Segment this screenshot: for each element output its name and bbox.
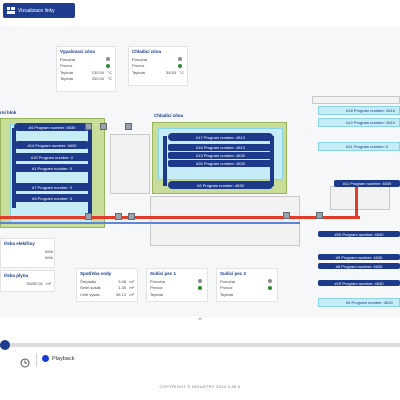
panel-row: kWh (45, 255, 53, 261)
track-item[interactable]: #13 Program number: 4630 (168, 152, 273, 159)
zone-label-left: rní blok (0, 110, 17, 115)
machinery-area (330, 186, 390, 210)
panel-row: Provoz (60, 63, 112, 70)
machinery-area (150, 196, 300, 246)
track-item[interactable]: #2 Program number: 4630 (168, 181, 273, 189)
panel-vypalovaci-zona: Vypalovací zóna Porucha Provoz Teplota 13… (56, 46, 116, 92)
panel-row: Teplota (220, 291, 233, 297)
panel-row: Provoz (150, 285, 204, 292)
panel-spotreba-vody: Spotřeba vody Čerpadlo 3.08 m³ Semi sušák 1… (76, 268, 138, 302)
right-track-label[interactable]: #21 Program number: 0 (346, 144, 388, 149)
panel-row: Teplota 200.00 °C (60, 76, 112, 82)
panel-susici-pec-1: Sušící pec 1 Porucha Provoz Teplota (146, 268, 208, 302)
clock-icon[interactable] (20, 355, 30, 368)
panel-row: Provoz (132, 63, 184, 70)
panel-row: Semi sušák 1.35 m³ (80, 285, 134, 291)
gear-icon (85, 213, 92, 220)
playback-label: Playback (52, 355, 75, 362)
panel-row: Porucha (60, 56, 112, 63)
zone-label-chladici: Chladicí zóna (154, 113, 184, 118)
machinery-area (110, 134, 150, 194)
playback-radio[interactable] (42, 355, 49, 362)
layout-icon (7, 7, 15, 14)
panel-row: Celé vysav. 35.13 m³ (80, 291, 134, 297)
playback-timeline[interactable] (0, 340, 400, 350)
track-item[interactable]: #1 Program number: 0 (14, 164, 90, 172)
panel-title: třeba plynu (4, 273, 29, 278)
track-item[interactable]: #14 Program number: 4630 (14, 141, 90, 149)
track-item[interactable]: #3 Program number: 0 (14, 194, 90, 202)
panel-row: Teplota (150, 291, 163, 297)
status-dot (178, 63, 182, 68)
status-dot (178, 57, 182, 62)
timeline-handle[interactable] (0, 340, 10, 350)
status-dot (198, 279, 202, 284)
gear-icon (125, 123, 132, 130)
red-process-line (355, 186, 358, 218)
panel-row: 39250.31 m³ (26, 280, 51, 286)
conveyor-pipe (12, 128, 16, 208)
playback-toggle[interactable]: Playback (42, 355, 74, 362)
gear-icon (85, 123, 92, 130)
panel-spotreba-elektriny: třeba elektřiny kWh kWh (0, 238, 55, 268)
gear-icon (316, 212, 323, 219)
status-dot (106, 57, 110, 62)
gear-icon (283, 212, 290, 219)
panel-row: Teplota 35.53 °C (132, 69, 184, 75)
status-dot (268, 279, 272, 284)
track-item[interactable]: #15 Program number: 0 (14, 153, 90, 161)
track-item[interactable]: #4 Program number: 4630 (14, 123, 90, 131)
app-title-button[interactable]: Vizualizace linky (3, 3, 75, 18)
track-item[interactable]: #20 Program number: 4630 (318, 231, 400, 237)
track-item[interactable]: #19 Program number: 4630 (318, 280, 400, 286)
panel-row: Porucha (150, 278, 204, 285)
track-item[interactable]: #7 Program number: 0 (14, 183, 90, 191)
track-item[interactable]: #16 Program number: 4810 (168, 144, 273, 151)
panel-title: Vypalovací zóna (60, 49, 95, 54)
blue-process-line (0, 222, 300, 224)
panel-spotreba-plynu: třeba plynu 39250.31 m³ (0, 270, 55, 292)
playback-controls: Playback (0, 350, 400, 370)
divider (36, 353, 37, 367)
panel-row: Provoz (220, 285, 274, 292)
gear-icon (115, 213, 122, 220)
footer-copyright: COPYRIGHT © INDUSTRY 2024 2.89.0 (159, 384, 241, 389)
status-dot (106, 63, 110, 68)
chevron-up-icon[interactable]: ⌃ (195, 318, 205, 326)
status-dot (198, 285, 202, 290)
panel-row: Čerpadlo 3.08 m³ (80, 278, 134, 284)
panel-title: třeba elektřiny (4, 241, 35, 246)
app-title: Vizualizace linky (18, 7, 55, 14)
right-track-label[interactable]: #18 Program number: 4510 (346, 108, 395, 113)
conveyor-pipe (88, 128, 92, 218)
panel-row: Porucha (220, 278, 274, 285)
track-item[interactable]: #8 Program number: 4630 (318, 263, 400, 269)
right-track-label[interactable]: #10 Program number: 4510 (346, 120, 395, 125)
track-item[interactable]: #11 Program number: 4630 (334, 180, 400, 187)
right-rack (312, 96, 400, 104)
gear-icon (100, 123, 107, 130)
panel-title: Sušící pec 2 (220, 271, 247, 276)
status-dot (268, 285, 272, 290)
red-process-line (0, 216, 360, 219)
track-item[interactable]: #9 Program number: 4630 (318, 254, 400, 260)
panel-title: Sušící pec 1 (150, 271, 177, 276)
top-bar: Vizualizace linky (0, 0, 400, 26)
panel-title: Spotřeba vody (80, 271, 112, 276)
panel-chladici-zona: Chladicí zóna Porucha Provoz Teplota 35.5… (128, 46, 188, 86)
track-item[interactable]: #17 Program number: 4810 (168, 133, 273, 141)
gear-icon (128, 213, 135, 220)
conveyor-pipe (270, 136, 274, 186)
panel-susici-pec-2: Sušící pec 2 Porucha Provoz Teplota (216, 268, 278, 302)
track-item[interactable]: #26 Program number: 4630 (168, 160, 273, 167)
left-zone-inner (10, 124, 92, 224)
right-track-label[interactable]: #5 Program number: 4630 (346, 300, 393, 305)
conveyor-pipe (163, 136, 167, 186)
panel-title: Chladicí zóna (132, 49, 162, 54)
line-visualization-canvas[interactable]: Vypalovací zóna Porucha Provoz Teplota 13… (0, 26, 400, 317)
panel-row: Porucha (132, 56, 184, 63)
